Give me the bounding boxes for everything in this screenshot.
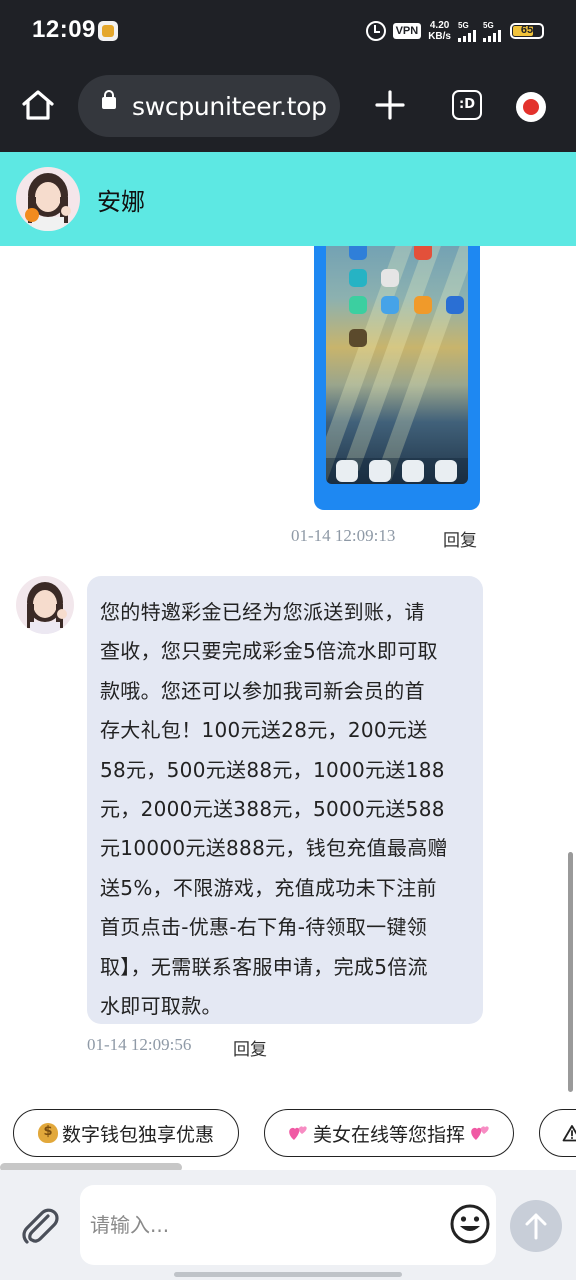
avatar[interactable] bbox=[16, 167, 80, 231]
message-line: 款哦。您还可以参加我司新会员的首 bbox=[100, 678, 425, 703]
lock-icon[interactable] bbox=[102, 90, 116, 109]
paperclip-icon[interactable] bbox=[18, 1204, 62, 1248]
quick-reply-chips: 数字钱包独享优惠 美女在线等您指挥 bbox=[0, 1092, 576, 1164]
quick-chip[interactable]: 美女在线等您指挥 bbox=[264, 1109, 514, 1157]
message-line: 水即可取款。 bbox=[100, 994, 222, 1019]
message-line: 您的特邀彩金已经为您派送到账，请 bbox=[100, 600, 425, 624]
status-indicators: VPN 4.20 KB/s 5G 5G 65 bbox=[365, 17, 544, 45]
warning-icon bbox=[562, 1125, 576, 1142]
message-timestamp: 01-14 12:09:56 bbox=[87, 1035, 192, 1054]
image-message[interactable] bbox=[314, 246, 480, 510]
two-hearts-icon bbox=[469, 1123, 491, 1143]
input-bar bbox=[0, 1170, 576, 1280]
battery-icon: 65 bbox=[510, 23, 544, 39]
vpn-badge: VPN bbox=[392, 23, 422, 39]
signal-label: 5G bbox=[458, 20, 469, 30]
message-line: 元，2000元送388元，5000元送588 bbox=[100, 797, 445, 822]
message-text: 您的特邀彩金已经为您派送到账，请 查收，您只要完成彩金5倍流水即可取 款哦。您还… bbox=[100, 593, 471, 1026]
message-line: 存大礼包！100元送28元，200元送 bbox=[100, 718, 428, 743]
message-line: 查收，您只要完成彩金5倍流水即可取 bbox=[100, 639, 438, 664]
message-line: 取】，无需联系客服申请，完成5倍流 bbox=[100, 954, 428, 979]
battery-level: 65 bbox=[520, 24, 534, 36]
reply-link[interactable]: 回复 bbox=[233, 1035, 267, 1060]
avatar[interactable] bbox=[16, 576, 74, 634]
url-text[interactable]: swcpuniteer.top bbox=[132, 92, 327, 121]
speed-unit: KB/s bbox=[428, 31, 451, 42]
alarm-icon bbox=[365, 21, 386, 41]
home-icon[interactable] bbox=[20, 87, 56, 123]
network-speed: 4.20 KB/s bbox=[428, 20, 451, 42]
status-bar: 12:09 VPN 4.20 KB/s 5G 5G 65 bbox=[0, 0, 576, 62]
chat-messages[interactable]: 01-14 12:09:13 回复 您的特邀彩金已经为您派送到账，请 查收，您只… bbox=[0, 246, 576, 1092]
message-line: 58元，500元送88元，1000元送188 bbox=[100, 757, 445, 782]
arrow-up-icon bbox=[525, 1213, 547, 1240]
tabs-icon[interactable]: :D bbox=[452, 90, 482, 120]
chip-label: 数字钱包独享优惠 bbox=[61, 1123, 214, 1146]
two-hearts-icon bbox=[287, 1123, 309, 1143]
app-notification-icon bbox=[98, 21, 118, 41]
browser-toolbar: swcpuniteer.top :D bbox=[0, 62, 576, 152]
phone-screenshot-image bbox=[326, 246, 468, 484]
message-line: 首页点击-优惠-右下角-待领取一键领 bbox=[100, 915, 428, 940]
vertical-scrollbar[interactable] bbox=[568, 852, 573, 1092]
status-time: 12:09 bbox=[32, 16, 96, 43]
update-icon[interactable] bbox=[516, 92, 546, 122]
signal-icon: 5G bbox=[458, 21, 476, 42]
money-bag-icon bbox=[37, 1123, 58, 1143]
quick-chip[interactable]: 数字钱包独享优惠 bbox=[13, 1109, 239, 1157]
reply-link[interactable]: 回复 bbox=[443, 526, 477, 551]
message-input[interactable] bbox=[80, 1185, 496, 1265]
address-bar[interactable]: swcpuniteer.top bbox=[78, 75, 340, 137]
message-line: 送5%，不限游戏，充值成功未下注前 bbox=[100, 875, 437, 900]
new-tab-plus-icon[interactable] bbox=[372, 87, 408, 123]
gesture-home-bar[interactable] bbox=[174, 1272, 402, 1277]
contact-name: 安娜 bbox=[97, 188, 145, 216]
chat-header: 安娜 bbox=[0, 152, 576, 246]
message-timestamp: 01-14 12:09:13 bbox=[291, 526, 396, 545]
emoji-icon[interactable] bbox=[449, 1203, 491, 1245]
message-line: 元10000元送888元，钱包充值最高赠 bbox=[100, 836, 448, 861]
speed-value: 4.20 bbox=[429, 20, 450, 31]
signal-icon: 5G bbox=[483, 21, 501, 42]
signal-label: 5G bbox=[483, 20, 494, 30]
chip-label: 美女在线等您指挥 bbox=[312, 1123, 465, 1146]
message-bubble[interactable]: 您的特邀彩金已经为您派送到账，请 查收，您只要完成彩金5倍流水即可取 款哦。您还… bbox=[87, 576, 483, 1024]
quick-chip[interactable] bbox=[539, 1109, 576, 1157]
send-button[interactable] bbox=[510, 1200, 562, 1252]
